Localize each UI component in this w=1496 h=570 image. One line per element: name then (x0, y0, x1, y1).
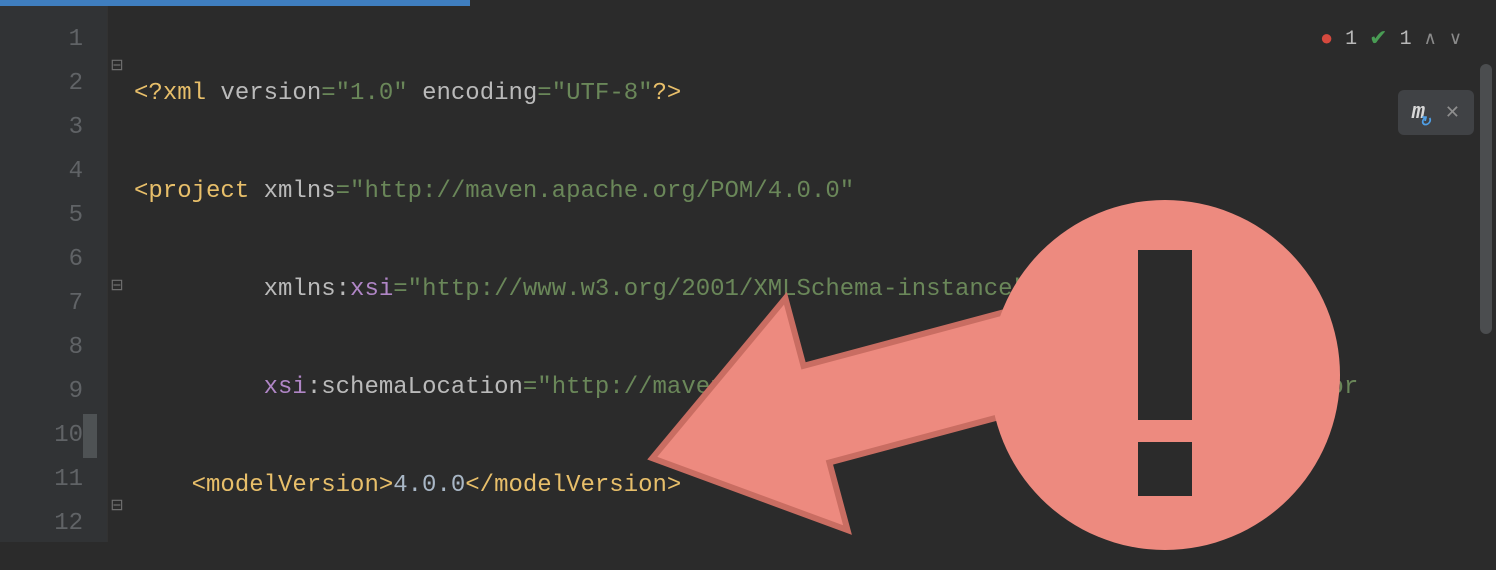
error-icon: ● (1320, 27, 1333, 52)
inspection-widget[interactable]: ● 1 ✔ 1 ∧ ∨ (1320, 26, 1462, 52)
fold-toggle-icon[interactable]: ⊟ (110, 499, 124, 513)
line-number: 9 (0, 370, 83, 414)
code-line[interactable]: xsi:schemaLocation="http://maven.apache.… (134, 366, 1496, 410)
fold-toggle-icon[interactable]: ⊟ (110, 59, 124, 73)
code-line[interactable]: <project xmlns="http://maven.apache.org/… (134, 170, 1496, 214)
code-line[interactable]: xmlns:xsi="http://www.w3.org/2001/XMLSch… (134, 268, 1496, 312)
maven-reload-popup[interactable]: m↻ ✕ (1398, 90, 1474, 135)
code-line[interactable]: <?xml version="1.0" encoding="UTF-8"?> (134, 72, 1496, 116)
line-number: 10 (0, 414, 83, 458)
line-number: 5 (0, 194, 83, 238)
code-content[interactable]: <?xml version="1.0" encoding="UTF-8"?> <… (128, 0, 1496, 542)
line-number: 4 (0, 150, 83, 194)
prev-issue-button[interactable]: ∧ (1424, 28, 1437, 50)
scrollbar-thumb[interactable] (1480, 64, 1492, 334)
line-number: 3 (0, 106, 83, 150)
line-number: 11 (0, 458, 83, 502)
progress-bar (0, 0, 470, 6)
line-number-gutter: 1 2 3 4 5 6 7 8 9 10 11 12 (0, 0, 108, 542)
line-number: 2 (0, 62, 83, 106)
close-icon[interactable]: ✕ (1445, 102, 1460, 124)
ok-count: 1 (1400, 28, 1412, 51)
code-editor[interactable]: 1 2 3 4 5 6 7 8 9 10 11 12 ⊟ ⊟ ⊟ <?xml v… (0, 0, 1496, 542)
line-number: 6 (0, 238, 83, 282)
line-number: 1 (0, 18, 83, 62)
line-number: 8 (0, 326, 83, 370)
fold-column: ⊟ ⊟ ⊟ (108, 0, 128, 542)
line-number: 7 (0, 282, 83, 326)
ok-icon: ✔ (1369, 26, 1387, 52)
next-issue-button[interactable]: ∨ (1449, 28, 1462, 50)
fold-toggle-icon[interactable]: ⊟ (110, 279, 124, 293)
code-line[interactable]: <modelVersion>4.0.0</modelVersion> (134, 464, 1496, 508)
line-number: 12 (0, 502, 83, 546)
error-count: 1 (1345, 28, 1357, 51)
maven-reload-icon[interactable]: m↻ (1412, 100, 1425, 125)
